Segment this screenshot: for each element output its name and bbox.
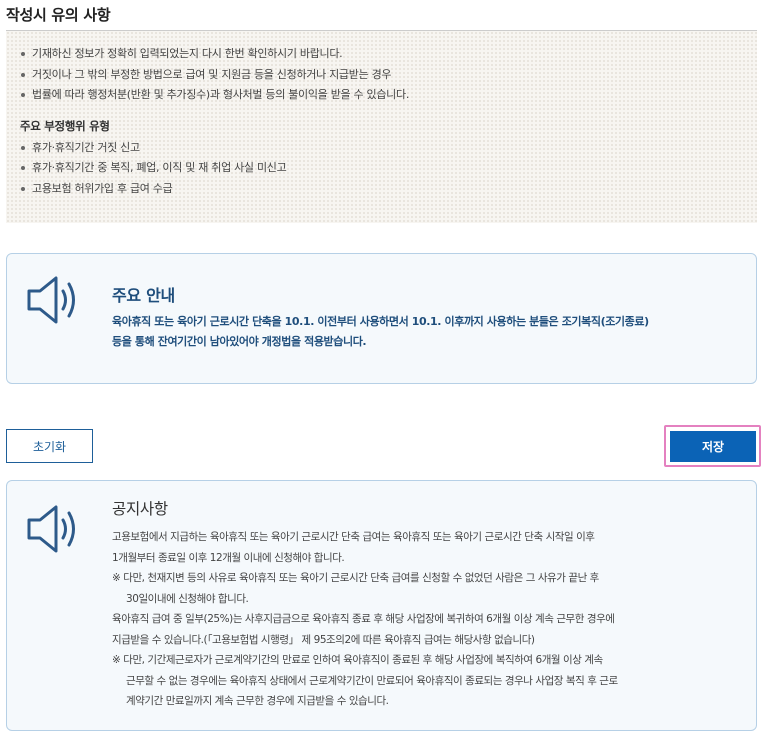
public-notice-line: 근무할 수 없는 경우에는 육아휴직 상태에서 근로계약기간이 만료되어 육아휴… bbox=[126, 674, 618, 687]
caution-item: 기재하신 정보가 정확히 입력되었는지 다시 한번 확인하시기 바랍니다. bbox=[20, 44, 757, 65]
fraud-item: 휴가·휴직기간 거짓 신고 bbox=[20, 138, 757, 159]
fraud-list: 휴가·휴직기간 거짓 신고 휴가·휴직기간 중 복직, 폐업, 이직 및 재 취… bbox=[20, 138, 757, 200]
public-notice-line: 육아휴직 급여 중 일부(25%)는 사후지급금으로 육아휴직 종료 후 해당 … bbox=[112, 613, 615, 625]
public-notice-title: 공지사항 bbox=[112, 500, 168, 518]
main-notice-box: 주요 안내 육아휴직 또는 육아기 근로시간 단축을 10.1. 이전부터 사용… bbox=[6, 253, 757, 384]
main-notice-title: 주요 안내 bbox=[112, 286, 175, 305]
caution-item: 법률에 따라 행정처분(반환 및 추가징수)과 형사처벌 등의 불이익을 받을 … bbox=[20, 85, 757, 106]
main-notice-line: 육아휴직 또는 육아기 근로시간 단축을 10.1. 이전부터 사용하면서 10… bbox=[112, 315, 649, 328]
public-notice-line: ※ 다만, 천재지변 등의 사유로 육아휴직 또는 육아기 근로시간 단축 급여… bbox=[112, 572, 599, 584]
save-button[interactable]: 저장 bbox=[670, 431, 756, 462]
public-notice-line: 계약기간 만료일까지 계속 근무한 경우에 지급받을 수 있습니다. bbox=[126, 695, 389, 707]
fraud-item: 휴가·휴직기간 중 복직, 폐업, 이직 및 재 취업 사실 미신고 bbox=[20, 158, 757, 179]
fraud-item: 고용보험 허위가입 후 급여 수급 bbox=[20, 179, 757, 200]
public-notice-line: 고용보험에서 지급하는 육아휴직 또는 육아기 근로시간 단축 급여는 육아휴직… bbox=[112, 531, 595, 543]
caution-list: 기재하신 정보가 정확히 입력되었는지 다시 한번 확인하시기 바랍니다. 거짓… bbox=[20, 44, 757, 106]
speaker-icon bbox=[27, 276, 75, 324]
reset-button[interactable]: 초기화 bbox=[6, 429, 93, 463]
public-notice-line: 지급받을 수 있습니다.(「고용보험법 시행령」 제 95조의2에 따른 육아휴… bbox=[112, 633, 535, 646]
caution-item: 거짓이나 그 밖의 부정한 방법으로 급여 및 지원금 등을 신청하거나 지급받… bbox=[20, 65, 757, 86]
fraud-heading: 주요 부정행위 유형 bbox=[20, 118, 110, 133]
section-title: 작성시 유의 사항 bbox=[6, 6, 111, 24]
public-notice-line: ※ 다만, 기간제근로자가 근로계약기간의 만료로 인하여 육아휴직이 종료된 … bbox=[112, 654, 603, 666]
public-notice-box: 공지사항 고용보험에서 지급하는 육아휴직 또는 육아기 근로시간 단축 급여는… bbox=[6, 480, 757, 731]
public-notice-text: 고용보험에서 지급하는 육아휴직 또는 육아기 근로시간 단축 급여는 육아휴직… bbox=[112, 527, 752, 712]
public-notice-line: 1개월부터 종료일 이후 12개월 이내에 신청해야 합니다. bbox=[112, 551, 345, 564]
main-notice-text: 육아휴직 또는 육아기 근로시간 단축을 10.1. 이전부터 사용하면서 10… bbox=[112, 312, 742, 352]
public-notice-line: 30일이내에 신청해야 합니다. bbox=[126, 592, 249, 605]
speaker-icon bbox=[27, 505, 75, 553]
main-notice-line: 등을 통해 잔여기간이 남아있어야 개정법을 적용받습니다. bbox=[112, 335, 367, 348]
caution-box: 기재하신 정보가 정확히 입력되었는지 다시 한번 확인하시기 바랍니다. 거짓… bbox=[6, 30, 757, 223]
